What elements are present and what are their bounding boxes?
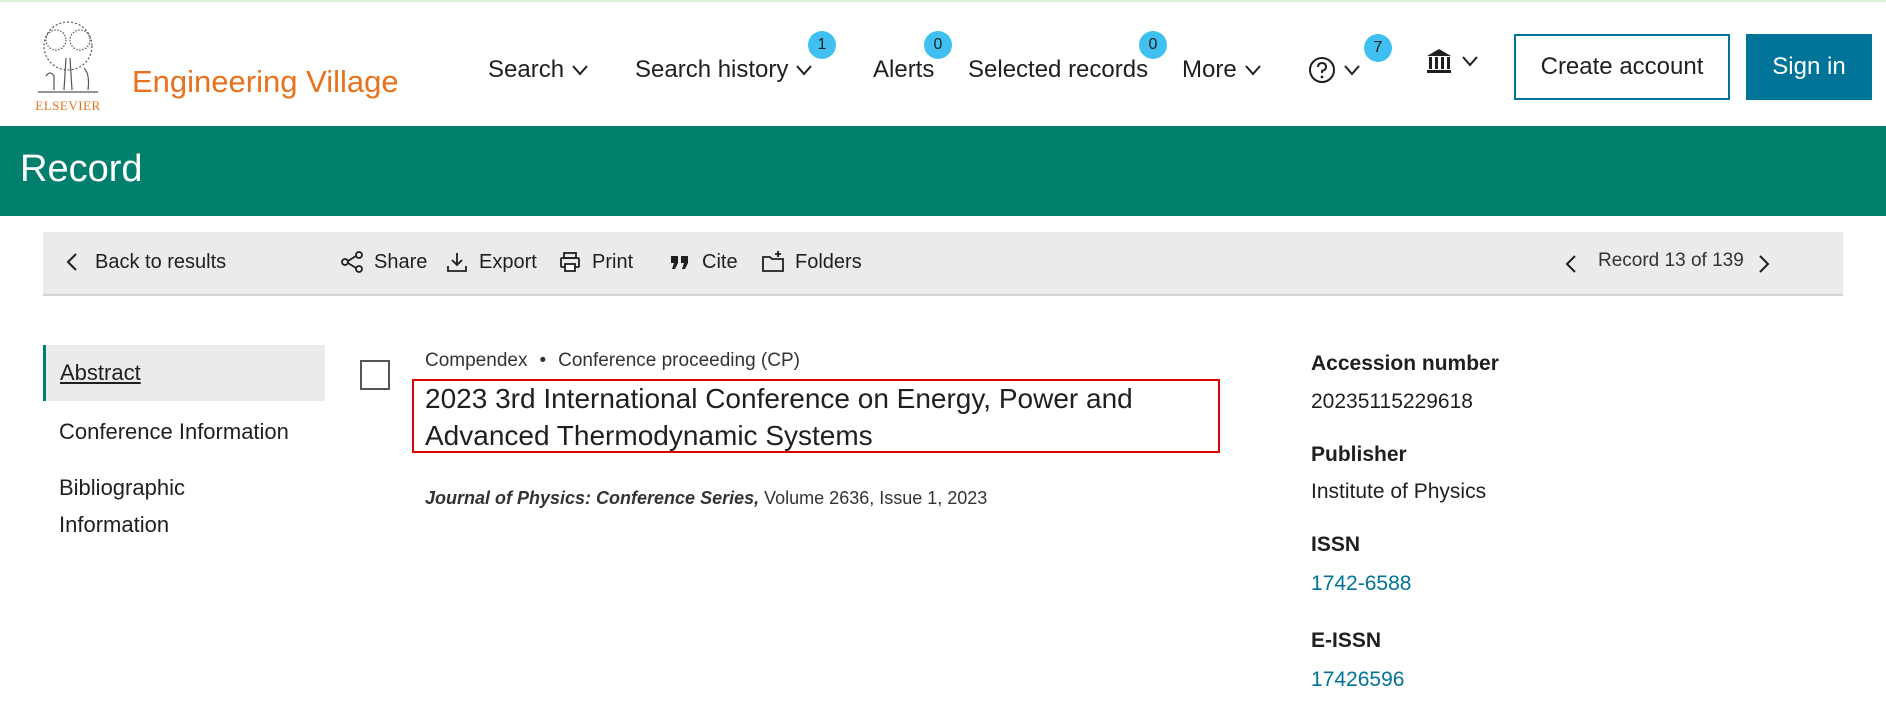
elsevier-wordmark: ELSEVIER: [35, 98, 101, 113]
folders-button[interactable]: Folders: [761, 250, 862, 274]
help-count-badge: 7: [1364, 34, 1392, 62]
back-to-results-label: Back to results: [95, 250, 227, 273]
sidebar-item-conference-information[interactable]: Conference Information: [43, 413, 325, 450]
nav-alerts-label: Alerts: [873, 56, 935, 83]
eissn-label: E-ISSN: [1311, 629, 1382, 652]
chevron-left-icon: [66, 253, 77, 271]
nav-more-label: More: [1182, 56, 1237, 83]
sidebar-item-bibliographic-information[interactable]: Bibliographic Information: [43, 469, 273, 543]
back-to-results-button[interactable]: Back to results: [61, 250, 226, 274]
create-account-button[interactable]: Create account: [1514, 34, 1730, 100]
sign-in-button[interactable]: Sign in: [1746, 34, 1872, 100]
accession-number-value: 20235115229618: [1311, 390, 1473, 413]
search-history-count-badge: 1: [808, 31, 836, 59]
sidebar-item-label: Bibliographic Information: [59, 475, 185, 537]
page-banner: Record: [0, 126, 1886, 216]
record-toolbar: Back to results Share Export Print Cite: [43, 232, 1843, 296]
journal-name: Journal of Physics: Conference Series,: [425, 488, 760, 508]
folders-label: Folders: [795, 250, 862, 273]
nav-selected-records-label: Selected records: [968, 56, 1149, 83]
nav-search-history-label: Search history: [635, 56, 789, 83]
nav-help[interactable]: [1308, 56, 1362, 84]
print-label: Print: [592, 250, 634, 273]
next-record-icon[interactable]: [1751, 252, 1775, 276]
record-position: Record 13 of 139: [1598, 250, 1744, 271]
select-record-checkbox[interactable]: [360, 360, 390, 390]
share-button[interactable]: Share: [340, 250, 427, 274]
chevron-down-icon: [1462, 56, 1478, 67]
product-name-link[interactable]: Engineering Village: [132, 64, 399, 100]
volume-issue: Volume 2636, Issue 1, 2023: [764, 488, 988, 508]
issn-link[interactable]: 1742-6588: [1311, 572, 1411, 596]
quote-icon: [671, 256, 688, 269]
nav-more[interactable]: More: [1182, 56, 1263, 84]
selected-records-count-badge: 0: [1139, 31, 1167, 59]
institution-icon: [1427, 49, 1451, 73]
printer-icon: [560, 252, 580, 272]
export-label: Export: [479, 250, 537, 273]
alerts-count-badge: 0: [924, 31, 952, 59]
nav-search-label: Search: [488, 56, 565, 83]
separator-dot: •: [539, 350, 547, 371]
issn-label: ISSN: [1311, 533, 1361, 556]
cite-label: Cite: [702, 250, 738, 273]
nav-search-history[interactable]: Search history: [635, 56, 814, 84]
print-button[interactable]: Print: [558, 250, 633, 274]
sidebar-item-label: Abstract: [60, 360, 141, 385]
export-button[interactable]: Export: [445, 250, 537, 274]
sidebar-item-abstract[interactable]: Abstract: [43, 345, 325, 401]
page-title: Record: [20, 148, 143, 190]
sidebar-item-label: Conference Information: [59, 419, 289, 444]
previous-record-icon[interactable]: [1560, 252, 1584, 276]
help-circle-icon: [1309, 57, 1335, 83]
publisher-value: Institute of Physics: [1311, 480, 1487, 503]
nav-search[interactable]: Search: [488, 56, 590, 84]
accession-number-label: Accession number: [1311, 352, 1499, 375]
publisher-label: Publisher: [1311, 443, 1407, 466]
share-icon: [341, 251, 363, 273]
doc-type-label: Conference proceeding (CP): [558, 350, 800, 371]
chevron-down-icon: [572, 65, 588, 76]
site-header: ELSEVIER Engineering Village Search Sear…: [0, 6, 1886, 126]
chevron-down-icon: [796, 65, 813, 76]
database-label: Compendex: [425, 350, 528, 371]
journal-citation: Journal of Physics: Conference Series, V…: [425, 488, 987, 509]
record-title: 2023 3rd International Conference on Ene…: [425, 383, 1133, 451]
folder-add-icon: [762, 251, 784, 272]
eissn-link[interactable]: 17426596: [1311, 668, 1404, 692]
chevron-down-icon: [1344, 65, 1360, 76]
elsevier-tree-logo-icon[interactable]: [28, 18, 108, 98]
chevron-down-icon: [1244, 65, 1261, 76]
record-meta: Compendex • Conference proceeding (CP): [425, 350, 800, 372]
share-label: Share: [374, 250, 428, 273]
nav-institution[interactable]: [1424, 46, 1480, 76]
download-icon: [447, 253, 467, 272]
cite-button[interactable]: Cite: [668, 250, 738, 274]
nav-selected-records[interactable]: Selected records: [968, 56, 1148, 84]
nav-alerts[interactable]: Alerts: [873, 56, 934, 84]
